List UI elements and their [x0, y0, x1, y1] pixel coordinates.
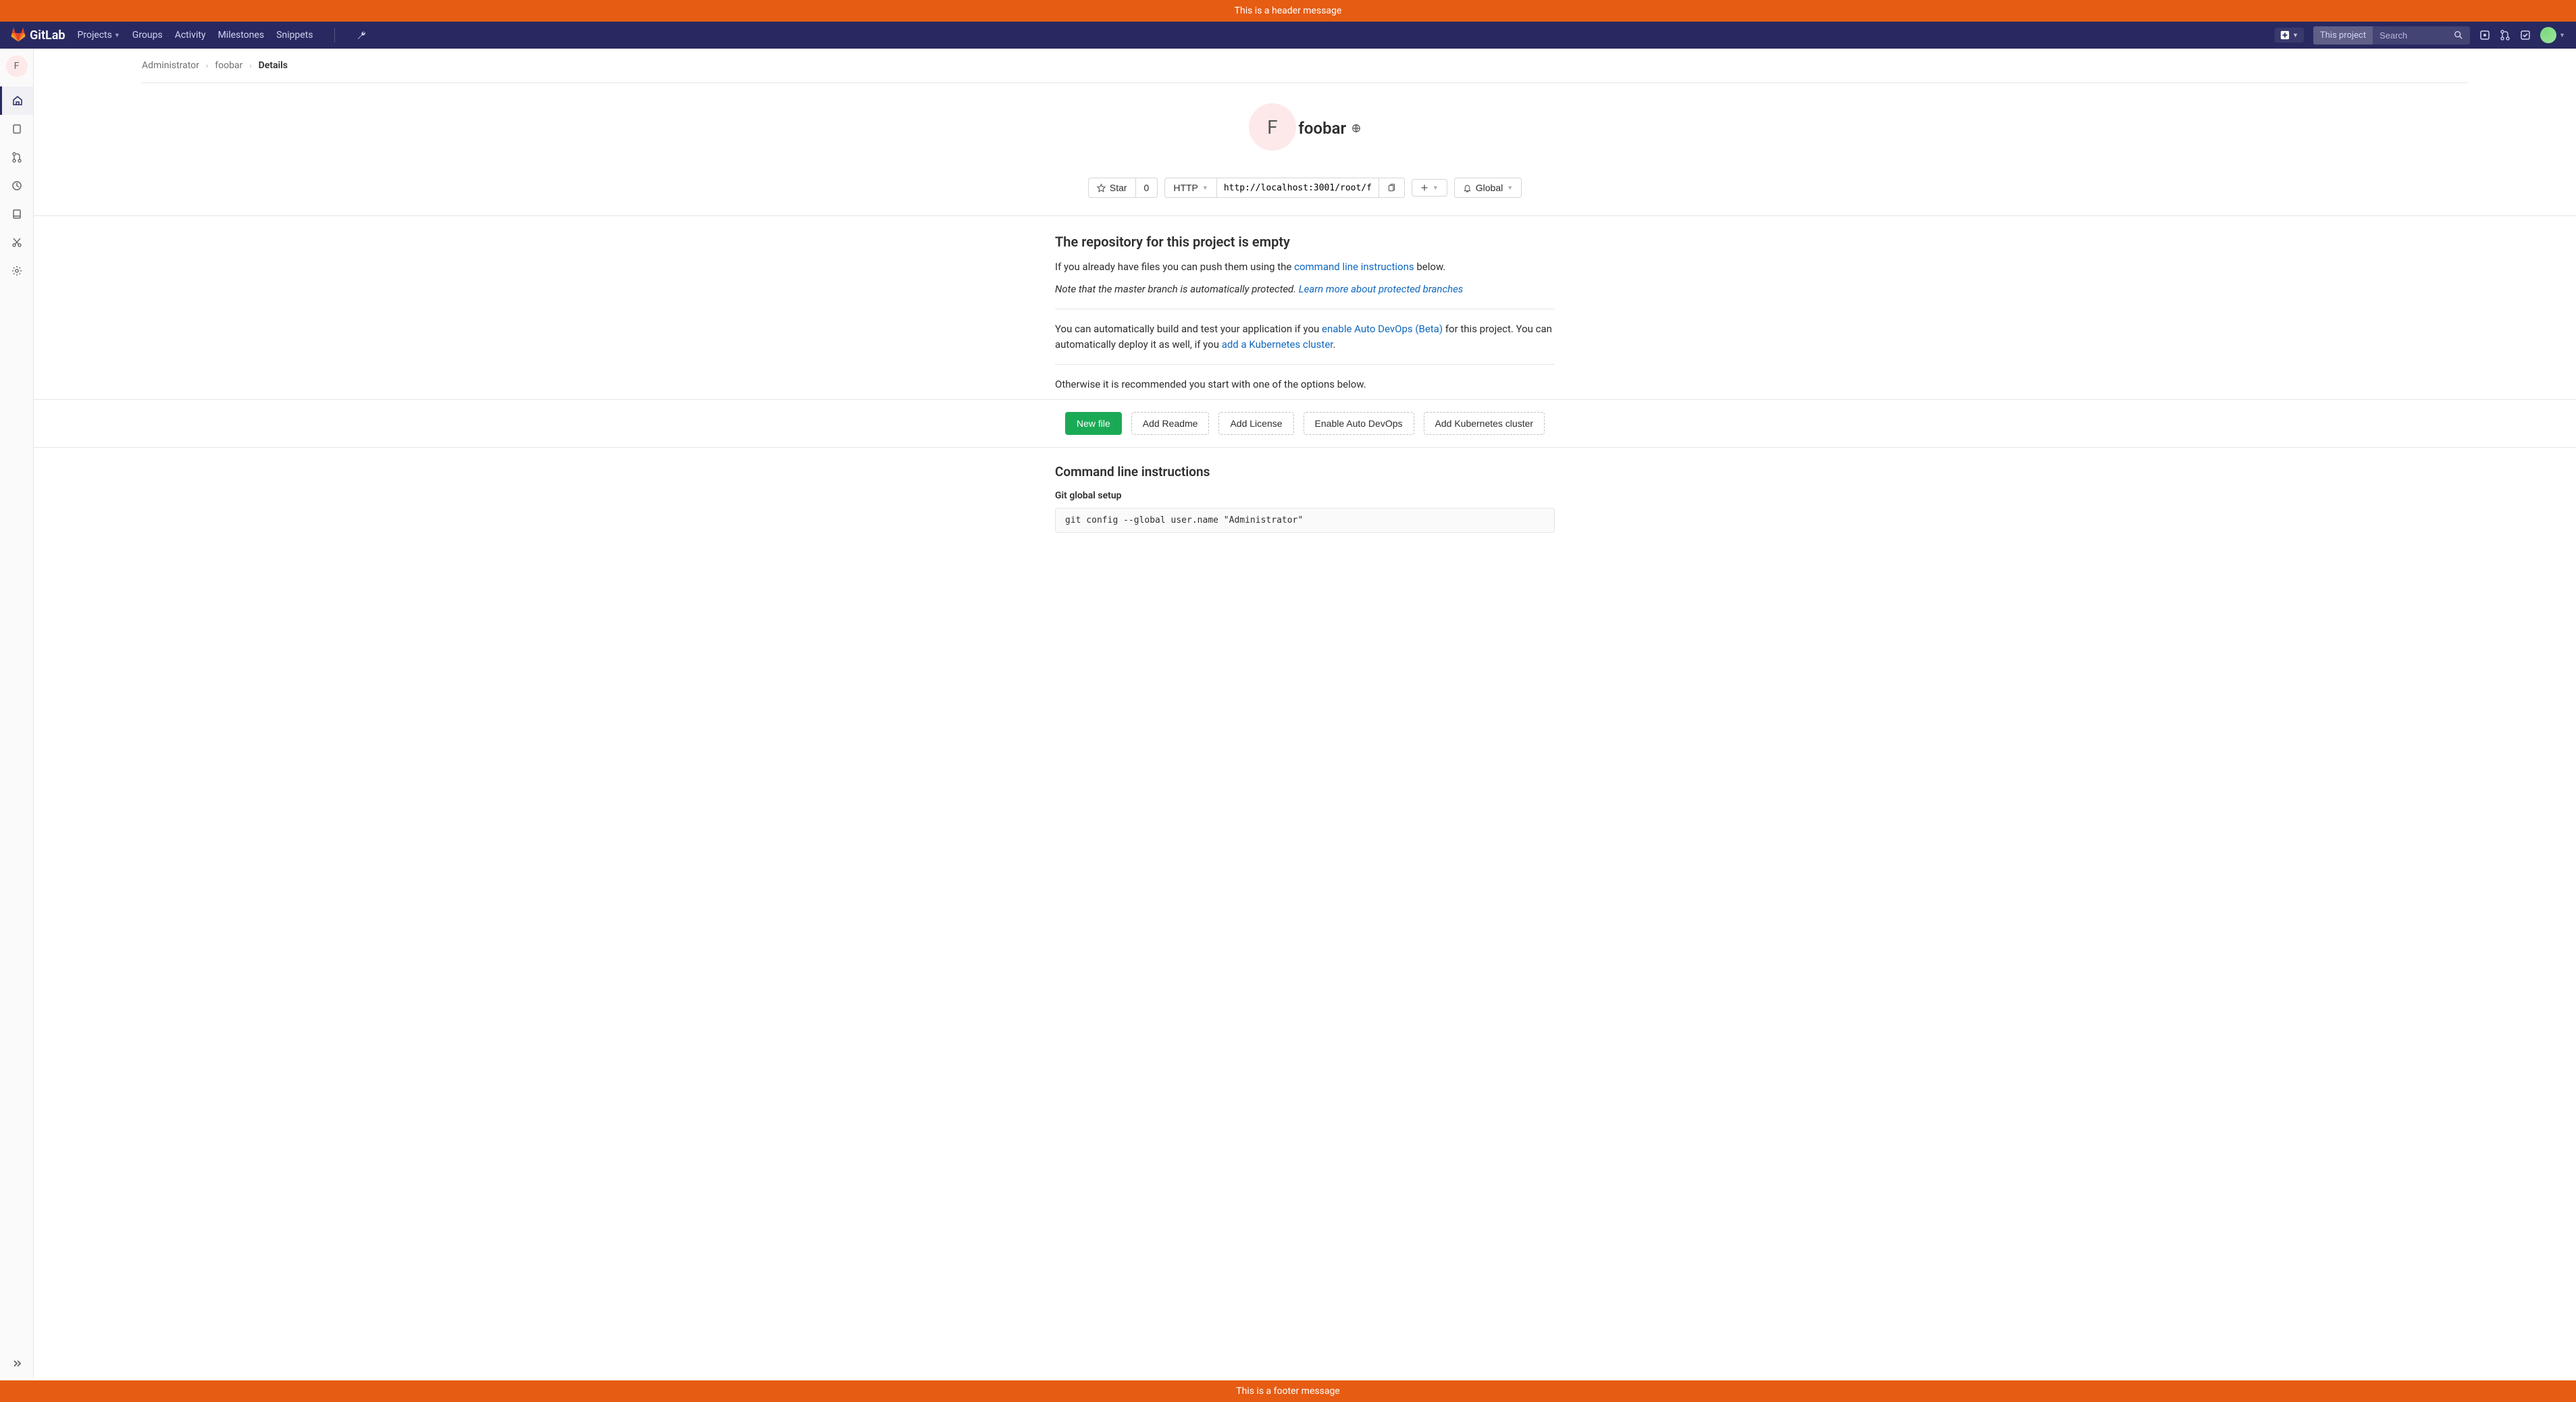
enable-devops-button[interactable]: Enable Auto DevOps — [1304, 412, 1414, 435]
header-banner: This is a header message — [0, 0, 2576, 22]
star-button[interactable]: Star — [1088, 178, 1136, 198]
main-content: Administrator › foobar › Details F fooba… — [34, 49, 2576, 1378]
breadcrumb: Administrator › foobar › Details — [142, 49, 2468, 83]
nav-issues[interactable] — [2479, 30, 2490, 41]
book-icon — [11, 209, 22, 219]
repository-icon — [11, 124, 22, 134]
cli-subtitle: Git global setup — [1055, 490, 1555, 501]
sidebar-merge-requests[interactable] — [0, 143, 33, 172]
sidebar-settings[interactable] — [0, 257, 33, 285]
protected-branches-link[interactable]: Learn more about protected branches — [1299, 283, 1464, 295]
footer-banner: This is a footer message — [0, 1380, 2576, 1402]
project-actions: Star 0 HTTP ▼ ▼ Global ▼ — [34, 174, 2576, 216]
nav-activity[interactable]: Activity — [175, 30, 206, 41]
plus-icon — [1420, 184, 1428, 192]
logo[interactable]: GitLab — [11, 28, 66, 43]
chevron-icon: › — [249, 61, 251, 70]
merge-request-icon — [11, 152, 22, 163]
search-button[interactable] — [2447, 26, 2470, 44]
globe-icon — [1351, 124, 1361, 133]
user-menu[interactable]: ▼ — [2540, 27, 2565, 43]
plus-square-icon — [2280, 30, 2290, 40]
star-count[interactable]: 0 — [1136, 178, 1158, 198]
add-k8s-button[interactable]: Add Kubernetes cluster — [1424, 412, 1545, 435]
home-icon — [12, 95, 23, 106]
k8s-cluster-link[interactable]: add a Kubernetes cluster — [1222, 338, 1333, 350]
sidebar-snippets[interactable] — [0, 228, 33, 257]
wrench-icon — [357, 30, 366, 40]
nav-milestones[interactable]: Milestones — [218, 30, 265, 41]
nav-links: Projects ▼ Groups Activity Milestones Sn… — [78, 28, 367, 43]
project-title: foobar — [1298, 119, 1361, 138]
nav-groups[interactable]: Groups — [132, 30, 163, 41]
empty-state: The repository for this project is empty… — [1055, 216, 1555, 392]
empty-p2: Note that the master branch is automatic… — [1055, 282, 1555, 297]
nav-divider — [334, 28, 335, 43]
cli-instructions-link[interactable]: command line instructions — [1294, 261, 1414, 273]
sidebar-expand[interactable] — [0, 1349, 33, 1378]
sidebar-cicd[interactable] — [0, 172, 33, 200]
avatar-icon — [2540, 27, 2556, 43]
nav-projects[interactable]: Projects ▼ — [78, 30, 120, 41]
navbar: GitLab Projects ▼ Groups Activity Milest… — [0, 22, 2576, 49]
quick-actions: New file Add Readme Add License Enable A… — [34, 399, 2576, 448]
search-input[interactable] — [2373, 26, 2447, 45]
merge-request-icon — [2500, 30, 2510, 41]
star-icon — [1097, 184, 1106, 192]
empty-p3: You can automatically build and test you… — [1055, 321, 1555, 352]
sidebar-project-avatar[interactable]: F — [6, 55, 28, 77]
cli-section: Command line instructions Git global set… — [1055, 448, 1555, 573]
code-block[interactable]: git config --global user.name "Administr… — [1055, 508, 1555, 533]
gitlab-logo-icon — [11, 28, 26, 43]
add-license-button[interactable]: Add License — [1218, 412, 1293, 435]
notification-dropdown[interactable]: Global ▼ — [1454, 178, 1522, 198]
add-dropdown[interactable]: ▼ — [1412, 179, 1447, 197]
copy-icon — [1387, 184, 1396, 192]
project-hero: F foobar — [34, 83, 2576, 174]
project-avatar: F — [1249, 103, 1296, 151]
protocol-dropdown[interactable]: HTTP ▼ — [1164, 178, 1216, 198]
add-readme-button[interactable]: Add Readme — [1131, 412, 1210, 435]
search-scope[interactable]: This project — [2313, 26, 2373, 45]
nav-todos[interactable] — [2520, 30, 2531, 41]
chevron-icon: › — [206, 61, 208, 70]
sidebar: F — [0, 49, 34, 1378]
clone-url-input[interactable] — [1217, 178, 1379, 198]
gear-icon — [11, 265, 22, 276]
breadcrumb-owner[interactable]: Administrator — [142, 60, 199, 71]
new-dropdown[interactable]: ▼ — [2275, 28, 2304, 43]
auto-devops-link[interactable]: enable Auto DevOps (Beta) — [1322, 323, 1443, 335]
nav-snippets[interactable]: Snippets — [276, 30, 313, 41]
copy-url-button[interactable] — [1379, 178, 1405, 198]
nav-merge-requests[interactable] — [2500, 30, 2510, 41]
sidebar-home[interactable] — [0, 86, 33, 115]
search-container: This project — [2313, 26, 2470, 45]
issues-icon — [2479, 30, 2490, 41]
rocket-icon — [11, 180, 22, 191]
empty-p1: If you already have files you can push t… — [1055, 259, 1555, 275]
nav-admin-wrench[interactable] — [357, 30, 366, 40]
empty-p4: Otherwise it is recommended you start wi… — [1055, 377, 1555, 392]
chevron-double-right-icon — [11, 1358, 22, 1369]
todos-icon — [2520, 30, 2531, 41]
empty-title: The repository for this project is empty — [1055, 234, 1555, 250]
bell-icon — [1463, 184, 1472, 192]
divider — [1055, 364, 1555, 365]
breadcrumb-project[interactable]: foobar — [215, 60, 242, 71]
search-icon — [2454, 30, 2463, 40]
cli-title: Command line instructions — [1055, 464, 1555, 479]
scissors-icon — [11, 237, 22, 248]
nav-right: ▼ This project ▼ — [2275, 26, 2565, 45]
new-file-button[interactable]: New file — [1065, 412, 1122, 435]
sidebar-wiki[interactable] — [0, 200, 33, 228]
sidebar-repository[interactable] — [0, 115, 33, 143]
brand-text: GitLab — [30, 28, 66, 43]
breadcrumb-current: Details — [259, 60, 288, 71]
